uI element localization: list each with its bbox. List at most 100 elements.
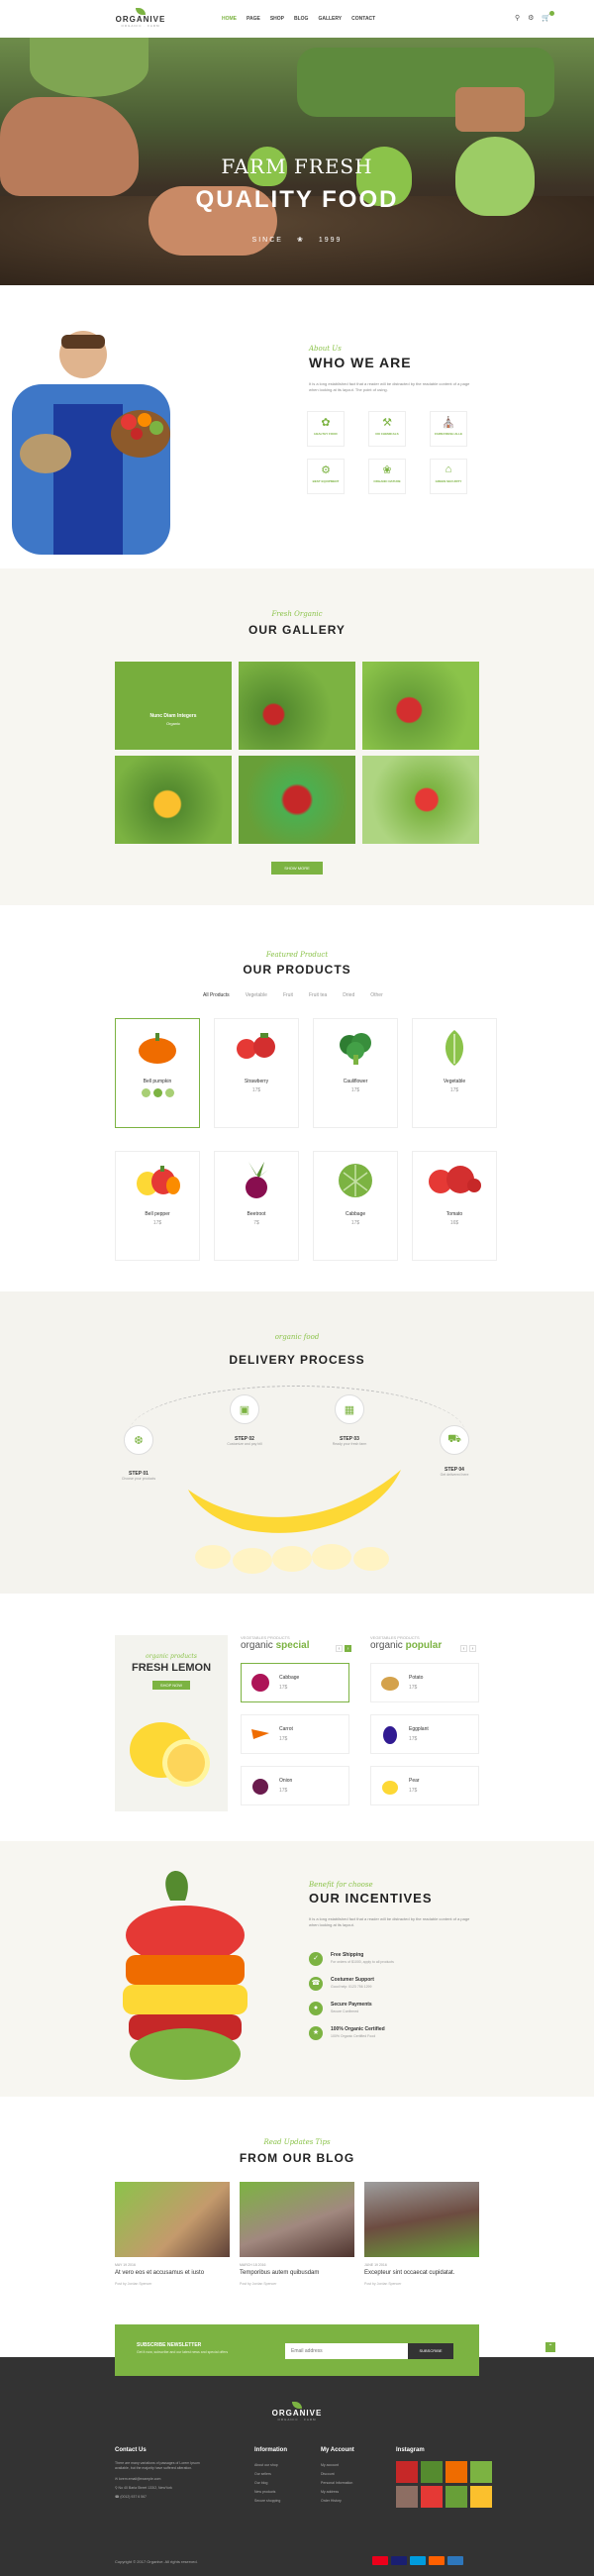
tab-dried[interactable]: Dried bbox=[343, 992, 354, 998]
instagram-thumb[interactable] bbox=[396, 2486, 418, 2508]
quickview-icon[interactable] bbox=[164, 1088, 174, 1097]
gallery-item[interactable] bbox=[362, 662, 479, 750]
instagram-thumb[interactable] bbox=[470, 2461, 492, 2483]
blog-image[interactable] bbox=[115, 2182, 230, 2257]
footer-heading: Information bbox=[254, 2447, 287, 2453]
show-more-button[interactable]: SHOW MORE bbox=[271, 862, 323, 875]
chevron-left-icon[interactable]: ‹ bbox=[336, 1645, 343, 1652]
scroll-to-top-button[interactable]: ⌃ bbox=[545, 2342, 555, 2352]
footer-link[interactable]: My account bbox=[321, 2461, 390, 2470]
gallery-section: Fresh Organic OUR GALLERY Nunc Diam Inte… bbox=[0, 568, 594, 905]
feature-card: ⛪ FARM FRESH ALLE bbox=[430, 411, 467, 447]
blog-card[interactable]: MAY 19 2016 At vero eos et accusamus et … bbox=[115, 2182, 230, 2286]
footer-phone-text: (0012) 937 6 567 bbox=[120, 2495, 148, 2499]
footer-link[interactable]: Our sellers bbox=[254, 2470, 324, 2479]
tab-fruit[interactable]: Fruit bbox=[283, 992, 293, 998]
product-card[interactable]: Strawberry 17$ bbox=[214, 1018, 299, 1128]
tab-vegetable[interactable]: Vegetable bbox=[246, 992, 267, 998]
shop-now-button[interactable]: SHOP NOW bbox=[151, 1681, 191, 1690]
delivery-title: DELIVERY PROCESS bbox=[229, 1353, 365, 1367]
step-sub: Customize and pay bill bbox=[227, 1442, 262, 1446]
nav-home[interactable]: HOME bbox=[222, 16, 237, 22]
gallery-item[interactable] bbox=[362, 756, 479, 844]
list-item[interactable]: Cabbage 17$ bbox=[241, 1663, 349, 1702]
product-image bbox=[116, 1019, 199, 1077]
nav-shop[interactable]: SHOP bbox=[270, 16, 284, 22]
list-item[interactable]: Onion 17$ bbox=[241, 1766, 349, 1805]
step-sub: Ready your fresh farm bbox=[332, 1442, 367, 1446]
product-price: 17$ bbox=[251, 1087, 261, 1093]
gallery-item[interactable] bbox=[239, 756, 355, 844]
gallery-item[interactable]: Nunc Diam Integers Organic bbox=[115, 662, 232, 750]
nav-gallery[interactable]: GALLERY bbox=[318, 16, 342, 22]
footer-email[interactable]: ✉ lorem.email@example.com bbox=[115, 2475, 214, 2484]
hero-title-1: FARM FRESH bbox=[221, 155, 373, 178]
nav-page[interactable]: PAGE bbox=[247, 16, 260, 22]
footer-link[interactable]: New products bbox=[254, 2488, 324, 2497]
chevron-right-icon[interactable]: › bbox=[345, 1645, 351, 1652]
incentive-item: ● Secure Payments Secure Confirmed bbox=[309, 2002, 394, 2015]
payment-icon: ▣ bbox=[230, 1394, 259, 1424]
hero-hand bbox=[0, 97, 139, 196]
footer-link[interactable]: Discount bbox=[321, 2470, 390, 2479]
hero-title-2: QUALITY FOOD bbox=[195, 186, 399, 213]
blog-image[interactable] bbox=[364, 2182, 479, 2257]
product-card[interactable]: Cabbage 17$ bbox=[313, 1151, 398, 1261]
instagram-thumb[interactable] bbox=[421, 2461, 443, 2483]
blog-post-title[interactable]: Excepteur sint occaecat cupidatat. bbox=[364, 2270, 479, 2276]
nav-contact[interactable]: CONTACT bbox=[351, 16, 375, 22]
gallery-item[interactable] bbox=[239, 662, 355, 750]
blog-post-title[interactable]: At vero eos et accusamus et iusto bbox=[115, 2270, 230, 2276]
product-card[interactable]: Tomato 16$ bbox=[412, 1151, 497, 1261]
footer-logo[interactable]: ORGANIVE ORGANIC · FARM bbox=[267, 2402, 327, 2421]
blog-card[interactable]: MARCH 18 2016 Temporibus autem quibusdam… bbox=[240, 2182, 354, 2286]
mastercard-icon bbox=[372, 2556, 388, 2565]
product-price: 17$ bbox=[409, 1788, 418, 1794]
footer-link[interactable]: About our shop bbox=[254, 2461, 324, 2470]
product-card[interactable]: Bell pepper 17$ bbox=[115, 1151, 200, 1261]
logo[interactable]: ORGANIVE ORGANIC · FARM bbox=[111, 8, 170, 28]
footer-link[interactable]: My address bbox=[321, 2488, 390, 2497]
farm-icon: ▦ bbox=[335, 1394, 364, 1424]
product-card[interactable]: Bell pumpkin bbox=[115, 1018, 200, 1128]
chevron-right-icon[interactable]: › bbox=[469, 1645, 476, 1652]
newsletter-banner: SUBSCRIBE NEWSLETTER Get it now, subscri… bbox=[115, 2324, 479, 2376]
tab-fruit-tea[interactable]: Fruit tea bbox=[309, 992, 327, 998]
footer-link[interactable]: Secure shopping bbox=[254, 2497, 324, 2506]
product-image bbox=[379, 1672, 401, 1694]
tab-other[interactable]: Other bbox=[370, 992, 383, 998]
delivery-subtitle: organic food bbox=[274, 1333, 320, 1341]
instagram-thumb[interactable] bbox=[421, 2486, 443, 2508]
gallery-item[interactable] bbox=[115, 756, 232, 844]
wishlist-icon[interactable] bbox=[141, 1088, 150, 1097]
instagram-thumb[interactable] bbox=[396, 2461, 418, 2483]
instagram-thumb[interactable] bbox=[470, 2486, 492, 2508]
list-item[interactable]: Pear 17$ bbox=[370, 1766, 479, 1805]
blog-image[interactable] bbox=[240, 2182, 354, 2257]
cart-icon[interactable] bbox=[152, 1088, 162, 1097]
instagram-thumb[interactable] bbox=[446, 2486, 467, 2508]
product-card[interactable]: Vegetable 17$ bbox=[412, 1018, 497, 1128]
tab-all-products[interactable]: All Products bbox=[203, 992, 230, 998]
blog-card[interactable]: JUNE 19 2016 Excepteur sint occaecat cup… bbox=[364, 2182, 479, 2286]
cart-icon[interactable]: 🛒 bbox=[542, 11, 555, 22]
footer-link[interactable]: Personal Information bbox=[321, 2479, 390, 2488]
search-icon[interactable]: ⚲ bbox=[515, 14, 520, 22]
nav-blog[interactable]: BLOG bbox=[294, 16, 308, 22]
subscribe-button[interactable]: SUBSCRIBE bbox=[408, 2343, 453, 2359]
list-item[interactable]: Carrot 17$ bbox=[241, 1714, 349, 1754]
instagram-thumb[interactable] bbox=[446, 2461, 467, 2483]
product-price: 17$ bbox=[409, 1685, 418, 1691]
email-field[interactable] bbox=[285, 2343, 408, 2359]
list-item[interactable]: Potato 17$ bbox=[370, 1663, 479, 1702]
list-item[interactable]: Eggplant 17$ bbox=[370, 1714, 479, 1754]
product-card[interactable]: Beetroot 7$ bbox=[214, 1151, 299, 1261]
blog-post-title[interactable]: Temporibus autem quibusdam bbox=[240, 2270, 354, 2276]
product-image bbox=[249, 1775, 271, 1797]
footer-link[interactable]: Our blog bbox=[254, 2479, 324, 2488]
product-card[interactable]: Cauliflower 17$ bbox=[313, 1018, 398, 1128]
footer-link[interactable]: Order History bbox=[321, 2497, 390, 2506]
instagram-grid bbox=[396, 2461, 495, 2508]
settings-icon[interactable]: ⚙ bbox=[528, 14, 534, 22]
chevron-left-icon[interactable]: ‹ bbox=[460, 1645, 467, 1652]
